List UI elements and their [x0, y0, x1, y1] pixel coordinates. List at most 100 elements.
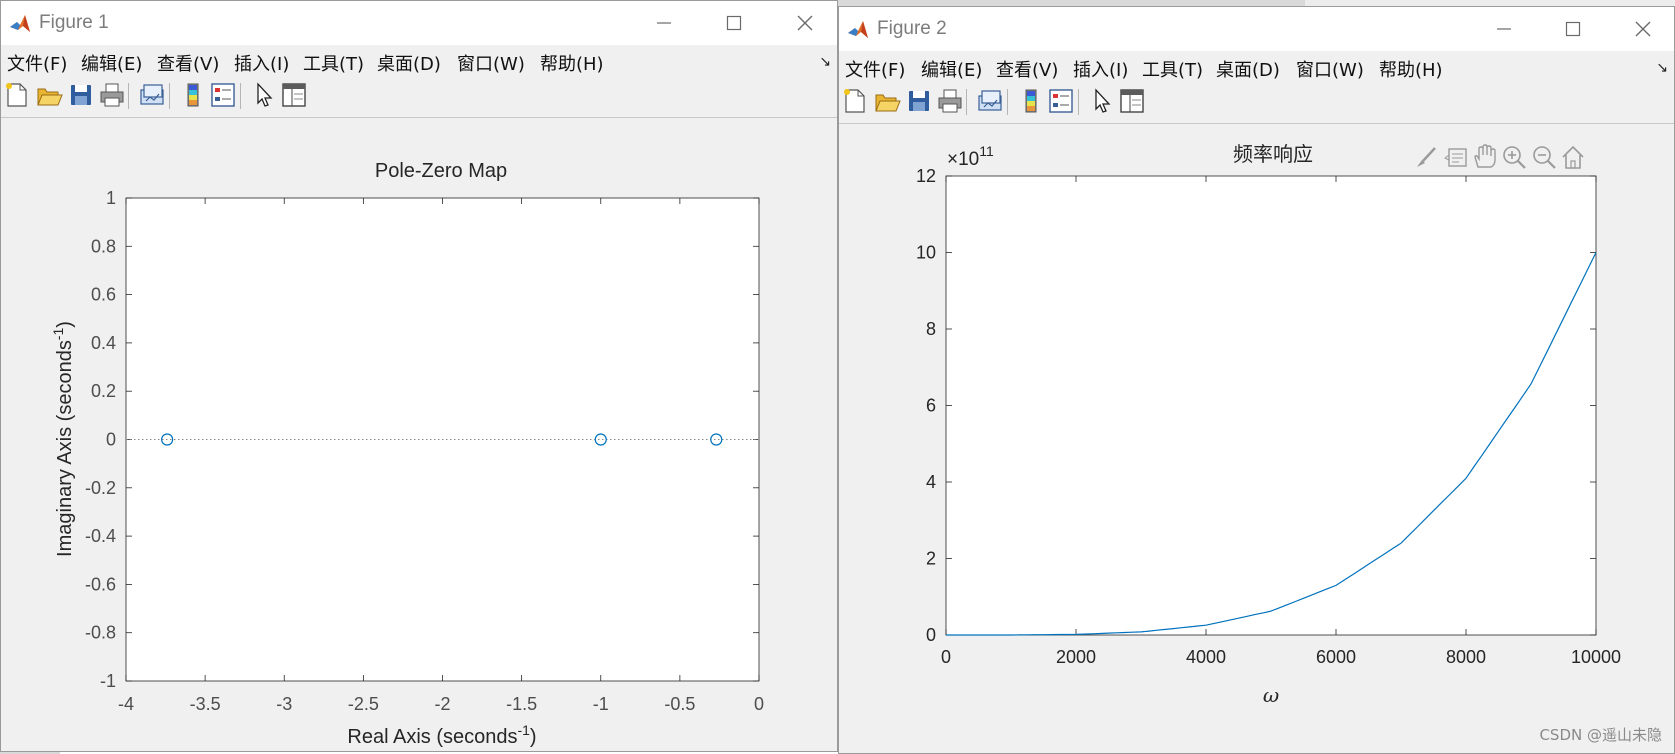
pointer-icon[interactable]	[250, 81, 278, 109]
menu-window[interactable]: 窗口(W)	[1296, 56, 1364, 82]
open-file-icon[interactable]	[873, 87, 901, 115]
legend-icon[interactable]	[209, 81, 237, 109]
close-button[interactable]	[785, 7, 825, 39]
save-icon[interactable]	[905, 87, 933, 115]
pointer-icon[interactable]	[1088, 87, 1116, 115]
x-tick-label: 4000	[1186, 647, 1226, 667]
link-plot-icon[interactable]	[976, 87, 1004, 115]
menu-edit[interactable]: 编辑(E)	[81, 50, 142, 76]
pole-zero-chart[interactable]: Pole-Zero Map -4 -3.5 -3 -2.5 -2 -1.5 -1 -0.5 0 1…	[1, 118, 837, 752]
figure1-titlebar[interactable]: Figure 1	[1, 1, 837, 45]
y-tick-label: 8	[926, 319, 936, 339]
figure1-canvas[interactable]: Pole-Zero Map -4 -3.5 -3 -2.5 -2 -1.5 -1 -0.5 0 1…	[1, 118, 837, 751]
zoom-in-icon[interactable]	[1503, 146, 1526, 169]
menu-file[interactable]: 文件(F)	[845, 56, 905, 82]
menu-desktop[interactable]: 桌面(D)	[377, 50, 441, 76]
pan-icon[interactable]	[1474, 144, 1496, 168]
x-tick-label: -3.5	[190, 694, 221, 714]
y-tick-label: 1	[106, 188, 116, 208]
chart-title: 频率响应	[1233, 142, 1313, 166]
plot-area	[945, 175, 1597, 636]
maximize-icon	[1565, 21, 1581, 37]
dock-arrow-icon[interactable]: ↘	[1656, 59, 1668, 76]
menu-insert[interactable]: 插入(I)	[234, 50, 289, 76]
menu-edit[interactable]: 编辑(E)	[921, 56, 982, 82]
y-tick-label: 4	[926, 472, 936, 492]
maximize-button[interactable]	[714, 7, 754, 39]
menu-window[interactable]: 窗口(W)	[457, 50, 525, 76]
menu-view[interactable]: 查看(V)	[157, 50, 219, 76]
zoom-out-icon[interactable]	[1533, 146, 1556, 169]
menu-file[interactable]: 文件(F)	[7, 50, 67, 76]
data-tips-icon[interactable]	[1444, 148, 1467, 167]
menu-tools[interactable]: 工具(T)	[303, 50, 364, 76]
figure2-titlebar[interactable]: Figure 2	[839, 7, 1674, 51]
figure2-window[interactable]: Figure 2 文件(F) 编辑(E) 查看(V) 插入(I) 工具(T) 桌…	[838, 6, 1675, 754]
y-tick-label: -0.4	[85, 526, 116, 546]
frequency-response-chart[interactable]: 频率响应 ×1011 0 2000 4000 6000 8000 10000 12 10 8 6 4…	[839, 124, 1674, 753]
close-button[interactable]	[1623, 13, 1663, 45]
print-icon[interactable]	[98, 81, 126, 109]
new-file-icon[interactable]	[3, 81, 31, 109]
open-file-icon[interactable]	[35, 81, 63, 109]
menu-view[interactable]: 查看(V)	[996, 56, 1058, 82]
figure2-menubar: 文件(F) 编辑(E) 查看(V) 插入(I) 工具(T) 桌面(D) 窗口(W…	[839, 51, 1674, 81]
x-tick-label: -3	[276, 694, 292, 714]
figure2-toolbar	[839, 81, 1674, 124]
link-plot-icon[interactable]	[138, 81, 166, 109]
figure2-title: Figure 2	[877, 18, 947, 39]
menu-help[interactable]: 帮助(H)	[1379, 56, 1443, 82]
property-inspector-icon[interactable]	[1118, 87, 1146, 115]
x-tick-label: -1.5	[506, 694, 537, 714]
colorbar-icon[interactable]	[179, 81, 207, 109]
dock-arrow-icon[interactable]: ↘	[819, 53, 831, 70]
y-tick-label: -1	[100, 671, 116, 691]
x-tick-label: 8000	[1446, 647, 1486, 667]
figure1-toolbar	[1, 75, 837, 118]
minimize-icon	[1497, 28, 1511, 30]
figure1-title: Figure 1	[39, 12, 109, 33]
new-file-icon[interactable]	[841, 87, 869, 115]
maximize-icon	[726, 15, 742, 31]
toolbar-separator	[240, 83, 241, 109]
x-tick-label: -2	[434, 694, 450, 714]
minimize-button[interactable]	[644, 7, 684, 39]
home-icon[interactable]	[1562, 145, 1584, 169]
y-tick-label: 10	[916, 243, 936, 263]
colorbar-icon[interactable]	[1017, 87, 1045, 115]
brush-icon[interactable]	[1417, 147, 1436, 167]
x-axis-label: Real Axis (seconds-1)	[347, 722, 536, 748]
menu-tools[interactable]: 工具(T)	[1142, 56, 1203, 82]
maximize-button[interactable]	[1553, 13, 1593, 45]
close-icon	[1635, 21, 1651, 37]
y-tick-label: 2	[926, 549, 936, 569]
y-tick-label: 12	[916, 166, 936, 186]
axes-toolbar	[1417, 144, 1584, 169]
y-tick-label: 6	[926, 396, 936, 416]
x-tick-label: -4	[118, 694, 134, 714]
exponent-label: ×1011	[947, 143, 994, 170]
y-tick-label: 0.4	[91, 333, 116, 353]
figure1-window[interactable]: Figure 1 文件(F) 编辑(E) 查看(V) 插入(I) 工具(T) 桌…	[0, 0, 838, 752]
x-tick-label: 6000	[1316, 647, 1356, 667]
save-icon[interactable]	[67, 81, 95, 109]
menu-insert[interactable]: 插入(I)	[1073, 56, 1128, 82]
menu-help[interactable]: 帮助(H)	[540, 50, 604, 76]
x-tick-label: -0.5	[664, 694, 695, 714]
figure1-menubar: 文件(F) 编辑(E) 查看(V) 插入(I) 工具(T) 桌面(D) 窗口(W…	[1, 45, 837, 75]
toolbar-separator	[966, 89, 967, 115]
x-tick-label: 0	[941, 647, 951, 667]
close-icon	[797, 15, 813, 31]
print-icon[interactable]	[936, 87, 964, 115]
minimize-button[interactable]	[1484, 13, 1524, 45]
menu-desktop[interactable]: 桌面(D)	[1216, 56, 1280, 82]
y-tick-label: 0.2	[91, 381, 116, 401]
property-inspector-icon[interactable]	[280, 81, 308, 109]
legend-icon[interactable]	[1047, 87, 1075, 115]
toolbar-separator	[169, 83, 170, 109]
toolbar-separator	[1007, 89, 1008, 115]
chart-title: Pole-Zero Map	[375, 160, 507, 182]
figure2-canvas[interactable]: 频率响应 ×1011 0 2000 4000 6000 8000 10000 12 10 8 6 4…	[839, 124, 1674, 753]
x-tick-label: 2000	[1056, 647, 1096, 667]
y-tick-label: -0.6	[85, 574, 116, 594]
